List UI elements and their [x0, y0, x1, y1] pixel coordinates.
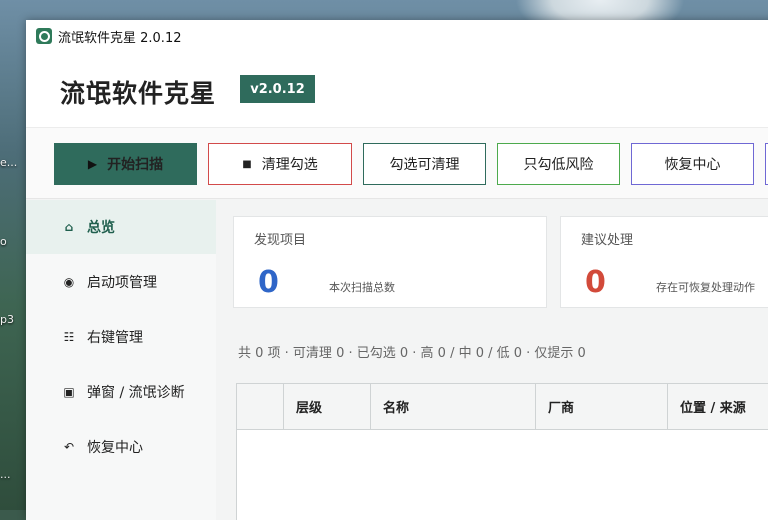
sidebar-item-label: 恢复中心 — [87, 440, 143, 456]
column-header-level[interactable]: 层级 — [284, 384, 371, 429]
desktop-icon-label[interactable]: p3 — [0, 313, 14, 326]
select-cleanable-label: 勾选可清理 — [389, 157, 460, 173]
clean-selected-button[interactable]: ■ 清理勾选 — [208, 143, 352, 185]
card-description: 本次扫描总数 — [329, 281, 395, 294]
app-window: 流氓软件克星 2.0.12 流氓软件克星 v2.0.12 ▶ 开始扫描 ■ 清理… — [26, 20, 768, 520]
toolbar: ▶ 开始扫描 ■ 清理勾选 勾选可清理 只勾低风险 恢复中心 — [26, 127, 768, 199]
clean-selected-label: 清理勾选 — [261, 157, 318, 173]
app-name: 流氓软件克星 — [60, 79, 217, 108]
home-icon: ⌂ — [64, 220, 74, 234]
popup-icon: ▣ — [63, 385, 75, 399]
restore-center-button[interactable]: 恢复中心 — [631, 143, 754, 185]
start-scan-button[interactable]: ▶ 开始扫描 — [54, 143, 197, 185]
card-title: 建议处理 — [581, 233, 634, 248]
found-items-card: 发现项目 0 本次扫描总数 — [233, 216, 547, 308]
scan-summary: 共 0 项 · 可清理 0 · 已勾选 0 · 高 0 / 中 0 / 低 0 … — [238, 346, 586, 361]
sidebar: ⌂ 总览 ◉ 启动项管理 ☷ 右键管理 ▣ 弹窗 / 流氓诊断 ↶ 恢复中心 — [26, 200, 216, 520]
select-cleanable-button[interactable]: 勾选可清理 — [363, 143, 486, 185]
suggested-actions-card: 建议处理 0 存在可恢复处理动作 — [560, 216, 768, 308]
sidebar-item-context-menu[interactable]: ☷ 右键管理 — [26, 310, 216, 364]
table-header: 层级 名称 厂商 位置 / 来源 — [237, 384, 768, 430]
sidebar-item-label: 右键管理 — [87, 330, 143, 346]
sidebar-item-overview[interactable]: ⌂ 总览 — [26, 200, 216, 254]
sidebar-item-startup[interactable]: ◉ 启动项管理 — [26, 255, 216, 309]
column-header-vendor[interactable]: 厂商 — [536, 384, 668, 429]
select-low-risk-button[interactable]: 只勾低风险 — [497, 143, 620, 185]
sidebar-item-label: 弹窗 / 流氓诊断 — [87, 385, 185, 401]
window-title: 流氓软件克星 2.0.12 — [58, 30, 182, 46]
startup-icon: ◉ — [63, 275, 75, 289]
select-low-risk-label: 只勾低风险 — [523, 157, 594, 173]
play-icon: ▶ — [87, 157, 98, 171]
desktop-icon-label[interactable]: e... — [0, 156, 17, 169]
found-items-count: 0 — [258, 265, 279, 300]
app-icon — [36, 28, 52, 44]
start-scan-label: 开始扫描 — [107, 157, 164, 173]
column-header-select[interactable] — [237, 384, 284, 429]
sidebar-item-label: 启动项管理 — [87, 275, 157, 291]
column-header-name[interactable]: 名称 — [371, 384, 536, 429]
restore-icon: ↶ — [63, 440, 75, 454]
desktop-icon-label[interactable]: ... — [0, 468, 11, 481]
trash-icon: ■ — [242, 158, 252, 170]
card-title: 发现项目 — [254, 233, 307, 248]
sidebar-item-popup-diagnosis[interactable]: ▣ 弹窗 / 流氓诊断 — [26, 365, 216, 419]
title-bar[interactable]: 流氓软件克星 2.0.12 — [26, 20, 768, 52]
desktop-icon-label[interactable]: o — [0, 235, 7, 248]
list-icon: ☷ — [63, 330, 75, 344]
results-table[interactable]: 层级 名称 厂商 位置 / 来源 — [236, 383, 768, 520]
sidebar-item-label: 总览 — [87, 220, 115, 236]
version-badge: v2.0.12 — [240, 75, 315, 103]
column-header-location[interactable]: 位置 / 来源 — [668, 384, 768, 429]
suggested-actions-count: 0 — [585, 265, 606, 300]
sidebar-item-restore[interactable]: ↶ 恢复中心 — [26, 420, 216, 474]
card-description: 存在可恢复处理动作 — [656, 281, 755, 294]
restore-center-label: 恢复中心 — [664, 157, 721, 173]
